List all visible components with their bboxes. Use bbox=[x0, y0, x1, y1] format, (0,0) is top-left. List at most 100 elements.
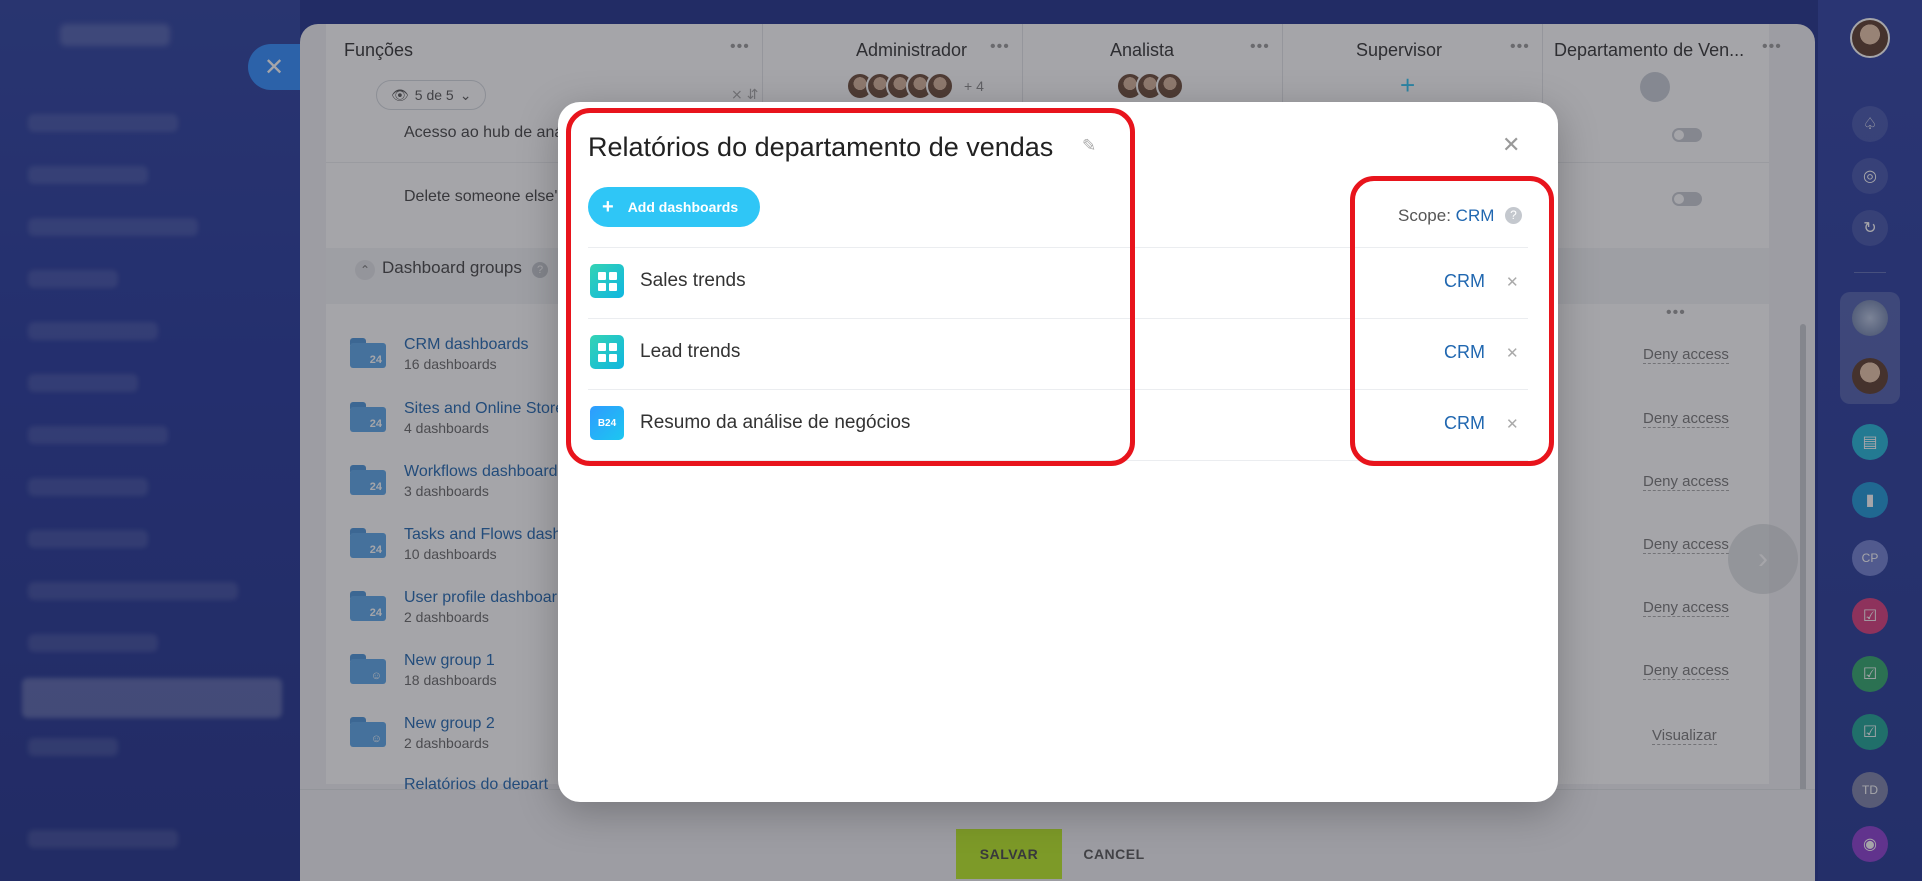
target-icon[interactable]: ◎ bbox=[1852, 158, 1888, 194]
department-group-icon bbox=[1640, 72, 1670, 102]
more-icon[interactable]: ••• bbox=[1250, 38, 1270, 56]
permission-toggle[interactable] bbox=[1672, 128, 1702, 142]
folder-icon: 24 bbox=[350, 338, 386, 368]
more-icon[interactable]: ••• bbox=[730, 38, 750, 56]
more-icon[interactable]: ••• bbox=[990, 38, 1010, 56]
row-divider bbox=[588, 460, 1528, 461]
sidebar-item[interactable] bbox=[28, 374, 138, 392]
bookmark-icon[interactable]: ▮ bbox=[1852, 482, 1888, 518]
group-name[interactable]: Tasks and Flows dashb bbox=[404, 526, 570, 544]
more-members-count[interactable]: + 4 bbox=[964, 72, 984, 100]
right-rail: ♤ ◎ ↻ ▤ ▮ CP ☑ ☑ ☑ TD ◉ bbox=[1818, 0, 1922, 881]
task-check-icon[interactable]: ☑ bbox=[1852, 714, 1888, 750]
folder-icon: 24 bbox=[350, 528, 386, 558]
user-folder-icon: ☺ bbox=[350, 717, 386, 747]
role-filter-chip[interactable]: 👁 5 de 5 ⌄ bbox=[376, 80, 487, 110]
close-slider-button[interactable]: ✕ bbox=[248, 44, 300, 90]
sidebar-item[interactable] bbox=[28, 270, 118, 288]
admin-avatars[interactable]: + 4 bbox=[846, 72, 984, 100]
permission-toggle[interactable] bbox=[1672, 192, 1702, 206]
access-select[interactable]: Deny access bbox=[1643, 662, 1729, 680]
group-name[interactable]: User profile dashboar bbox=[404, 589, 557, 607]
avatar bbox=[1156, 72, 1184, 100]
group-count: 2 dashboards bbox=[404, 735, 489, 751]
task-check-icon[interactable]: ☑ bbox=[1852, 598, 1888, 634]
more-icon[interactable]: ••• bbox=[1666, 304, 1686, 322]
cp-avatar-icon[interactable]: CP bbox=[1852, 540, 1888, 576]
bell-icon[interactable]: ♤ bbox=[1852, 106, 1888, 142]
dashboard-name[interactable]: Sales trends bbox=[640, 270, 746, 292]
dashboard-scope[interactable]: CRM bbox=[1444, 413, 1485, 434]
access-select[interactable]: Deny access bbox=[1643, 410, 1729, 428]
column-header-sales-dept: Departamento de Ven... bbox=[1554, 40, 1745, 60]
sidebar-item[interactable] bbox=[28, 426, 168, 444]
user-avatar[interactable] bbox=[1850, 18, 1890, 58]
rail-divider bbox=[1854, 272, 1886, 273]
access-select[interactable]: Deny access bbox=[1643, 599, 1729, 617]
access-select[interactable]: Deny access bbox=[1643, 536, 1729, 554]
more-icon[interactable]: ••• bbox=[1510, 38, 1530, 56]
copilot-icon[interactable]: ◉ bbox=[1852, 826, 1888, 862]
sidebar-item[interactable] bbox=[28, 478, 148, 496]
td-avatar-icon[interactable]: TD bbox=[1852, 772, 1888, 808]
user-folder-icon: ☺ bbox=[350, 654, 386, 684]
add-member-icon[interactable]: + bbox=[1400, 70, 1415, 101]
sidebar-item[interactable] bbox=[28, 830, 178, 848]
group-name[interactable]: CRM dashboards bbox=[404, 336, 529, 354]
dashboard-name[interactable]: Lead trends bbox=[640, 341, 740, 363]
remove-icon[interactable]: ✕ bbox=[1506, 415, 1519, 433]
sidebar-item[interactable] bbox=[28, 218, 198, 236]
access-select[interactable]: Deny access bbox=[1643, 346, 1729, 364]
functions-header: Funções bbox=[344, 40, 414, 60]
dashboard-scope[interactable]: CRM bbox=[1444, 271, 1485, 292]
group-avatar[interactable] bbox=[1852, 300, 1888, 336]
row-divider bbox=[588, 247, 1528, 248]
chevron-up-icon[interactable]: ⌃ bbox=[355, 260, 375, 280]
chevron-right-icon[interactable]: › bbox=[1728, 524, 1798, 594]
grid-dashboard-icon bbox=[590, 335, 624, 369]
left-sidebar bbox=[0, 0, 300, 881]
chat-icon[interactable]: ▤ bbox=[1852, 424, 1888, 460]
analyst-avatars[interactable] bbox=[1116, 72, 1184, 100]
column-header-admin: Administrador bbox=[856, 40, 968, 60]
group-count: 18 dashboards bbox=[404, 672, 497, 688]
pencil-icon[interactable]: ✎ bbox=[1082, 136, 1096, 156]
plus-icon: + bbox=[602, 196, 614, 218]
sync-icon[interactable]: ↻ bbox=[1852, 210, 1888, 246]
sidebar-item[interactable] bbox=[28, 738, 118, 756]
close-icon[interactable]: ✕ bbox=[1502, 132, 1520, 158]
collapse-expand-icon[interactable]: ⨯ ⇵ bbox=[731, 86, 758, 103]
save-button[interactable]: SALVAR bbox=[956, 829, 1062, 879]
sidebar-item[interactable] bbox=[28, 634, 158, 652]
remove-icon[interactable]: ✕ bbox=[1506, 273, 1519, 291]
group-name[interactable]: New group 2 bbox=[404, 715, 495, 733]
sidebar-item[interactable] bbox=[28, 114, 178, 132]
contact-avatar[interactable] bbox=[1852, 358, 1888, 394]
scrollbar[interactable] bbox=[1800, 324, 1806, 844]
group-name[interactable]: Sites and Online Store bbox=[404, 400, 564, 418]
folder-icon: 24 bbox=[350, 465, 386, 495]
scope-label: Scope: CRM bbox=[1398, 206, 1494, 226]
scope-prefix: Scope: bbox=[1398, 206, 1451, 225]
add-dashboards-button[interactable]: + Add dashboards bbox=[588, 187, 761, 227]
sidebar-item[interactable] bbox=[28, 166, 148, 184]
access-select[interactable]: Deny access bbox=[1643, 473, 1729, 491]
cancel-button[interactable]: CANCEL bbox=[1076, 829, 1152, 879]
help-icon[interactable]: ? bbox=[1505, 207, 1522, 224]
help-icon[interactable]: ? bbox=[532, 262, 548, 278]
group-name[interactable]: Workflows dashboard bbox=[404, 463, 558, 481]
sidebar-item-active[interactable] bbox=[22, 678, 282, 718]
task-check-icon[interactable]: ☑ bbox=[1852, 656, 1888, 692]
dashboard-scope[interactable]: CRM bbox=[1444, 342, 1485, 363]
more-icon[interactable]: ••• bbox=[1762, 38, 1782, 56]
sidebar-item[interactable] bbox=[28, 530, 148, 548]
dashboard-name[interactable]: Resumo da análise de negócios bbox=[640, 412, 910, 434]
section-title: Dashboard groups bbox=[382, 258, 522, 277]
sidebar-item[interactable] bbox=[28, 322, 158, 340]
group-name[interactable]: New group 1 bbox=[404, 652, 495, 670]
remove-icon[interactable]: ✕ bbox=[1506, 344, 1519, 362]
group-count: 10 dashboards bbox=[404, 546, 497, 562]
access-select[interactable]: Visualizar bbox=[1652, 727, 1717, 745]
scope-link[interactable]: CRM bbox=[1456, 206, 1495, 225]
sidebar-item[interactable] bbox=[28, 582, 238, 600]
